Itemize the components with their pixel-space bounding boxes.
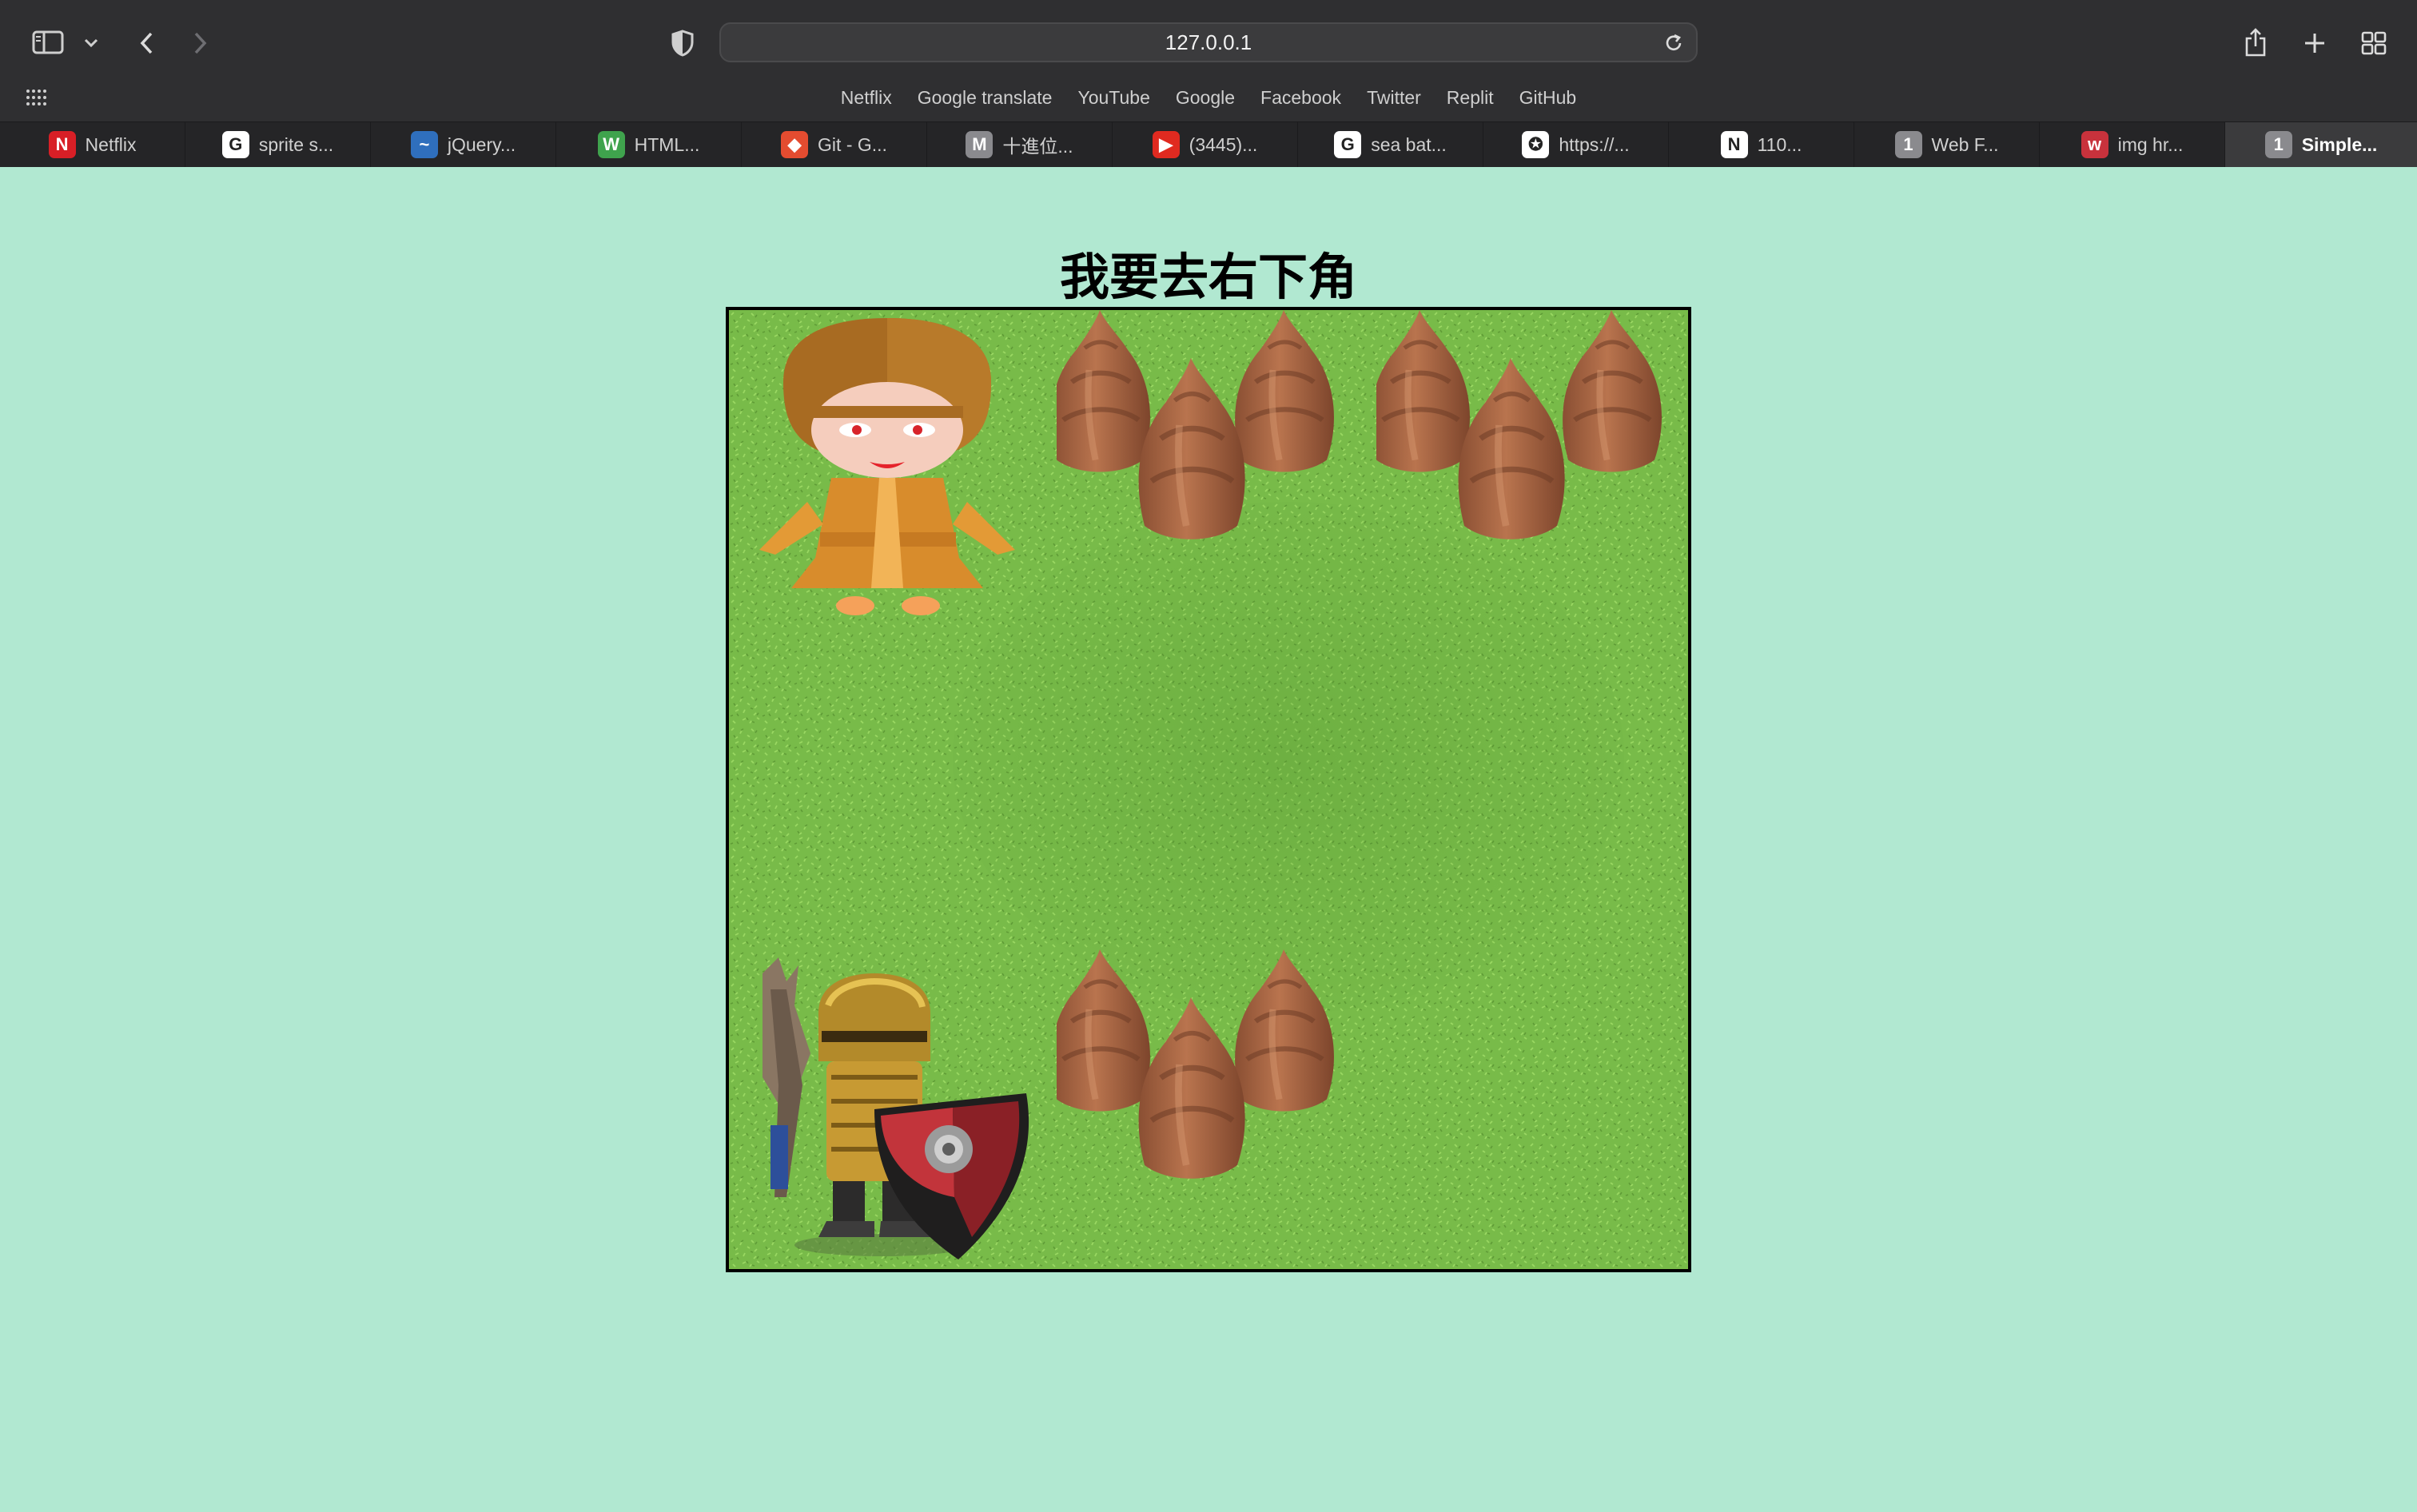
google-icon: G xyxy=(221,131,249,158)
favorite-github[interactable]: GitHub xyxy=(1507,87,1590,109)
share-icon[interactable] xyxy=(2240,24,2272,61)
sidebar-toggle-icon[interactable] xyxy=(29,27,67,58)
tab-label: img hr... xyxy=(2117,133,2184,155)
jquery-icon: ~ xyxy=(410,131,438,158)
browser-tab[interactable]: ▶ (3445)... xyxy=(1113,122,1298,167)
netflix-icon: N xyxy=(48,131,76,158)
browser-tab[interactable]: Gsprite s... xyxy=(185,122,371,167)
browser-tab[interactable]: ~ jQuery... xyxy=(371,122,556,167)
game-board[interactable] xyxy=(726,307,1691,1272)
medium-icon: M xyxy=(966,131,993,158)
browser-tab[interactable]: N Netflix xyxy=(0,122,185,167)
tab-label: sprite s... xyxy=(258,133,334,155)
url-text: 127.0.0.1 xyxy=(1165,30,1252,54)
tab-label: (3445)... xyxy=(1189,133,1258,155)
favorites-bar: Netflix Google translate YouTube Google Face… xyxy=(0,83,2417,112)
globe-icon: ✪ xyxy=(1522,131,1550,158)
favorite-netflix[interactable]: Netflix xyxy=(828,87,905,109)
browser-tab[interactable]: 1 Web F... xyxy=(1854,122,2040,167)
favorite-facebook[interactable]: Facebook xyxy=(1248,87,1354,109)
tab-label: 十進位... xyxy=(1002,136,1073,157)
browser-tab[interactable]: w img hr... xyxy=(2040,122,2225,167)
tab-bar: N Netflix Gsprite s... ~ jQuery... W HTML... ◆ G… xyxy=(0,121,2417,167)
address-bar[interactable]: 127.0.0.1 xyxy=(719,22,1698,62)
monk-character-sprite xyxy=(759,318,1015,615)
favorite-youtube[interactable]: YouTube xyxy=(1065,87,1162,109)
w3schools-icon: W xyxy=(597,131,625,158)
notion-icon: N xyxy=(1720,131,1748,158)
browser-tab[interactable]: W HTML... xyxy=(556,122,742,167)
browser-tab[interactable]: M 十進位... xyxy=(927,122,1113,167)
favorite-google[interactable]: Google xyxy=(1163,87,1248,109)
knight-player-sprite[interactable] xyxy=(739,957,1050,1269)
browser-toolbar: 127.0.0.1 Netflix Google translate YouTube… xyxy=(0,0,2417,167)
new-tab-plus-icon[interactable] xyxy=(2299,27,2331,59)
favorite-replit[interactable]: Replit xyxy=(1434,87,1507,109)
browser-tab[interactable]: N 110... xyxy=(1669,122,1854,167)
tab-label: HTML... xyxy=(634,133,700,155)
google-icon: G xyxy=(1334,131,1362,158)
privacy-shield-icon[interactable] xyxy=(667,27,699,59)
tab-label: Netflix xyxy=(85,133,137,155)
tab-label: jQuery... xyxy=(447,133,516,155)
browser-tab[interactable]: ✪ https://... xyxy=(1483,122,1669,167)
chevron-down-icon[interactable] xyxy=(80,32,102,54)
tab-label: sea bat... xyxy=(1371,133,1447,155)
numbered-tab-icon: 1 xyxy=(1894,131,1922,158)
youtube-icon: ▶ xyxy=(1152,131,1180,158)
tab-label: Web F... xyxy=(1931,133,1999,155)
tab-label: Git - G... xyxy=(818,133,887,155)
tab-overview-icon[interactable] xyxy=(2358,27,2390,59)
bamboo-shoot-cluster-bottom-middle xyxy=(1057,949,1376,1245)
bamboo-shoot-cluster-top-right xyxy=(1376,310,1691,606)
tab-label: Simple... xyxy=(2301,133,2378,155)
back-arrow-icon[interactable] xyxy=(134,27,158,59)
numbered-tab-icon: 1 xyxy=(2264,131,2292,158)
page-title: 我要去右下角 xyxy=(1059,247,1357,306)
bamboo-shoot-cluster-top-middle xyxy=(1057,310,1376,606)
tab-label: https://... xyxy=(1559,133,1630,155)
reload-icon[interactable] xyxy=(1662,32,1685,54)
w-icon: w xyxy=(2081,131,2108,158)
git-icon: ◆ xyxy=(781,131,809,158)
browser-tab[interactable]: 1 Simple... xyxy=(2225,122,2417,167)
browser-tab[interactable]: ◆ Git - G... xyxy=(742,122,927,167)
favorite-google-translate[interactable]: Google translate xyxy=(905,87,1065,109)
forward-arrow-icon[interactable] xyxy=(189,27,213,59)
favorite-twitter[interactable]: Twitter xyxy=(1354,87,1434,109)
tab-label: 110... xyxy=(1757,133,1802,155)
browser-tab[interactable]: Gsea bat... xyxy=(1298,122,1483,167)
